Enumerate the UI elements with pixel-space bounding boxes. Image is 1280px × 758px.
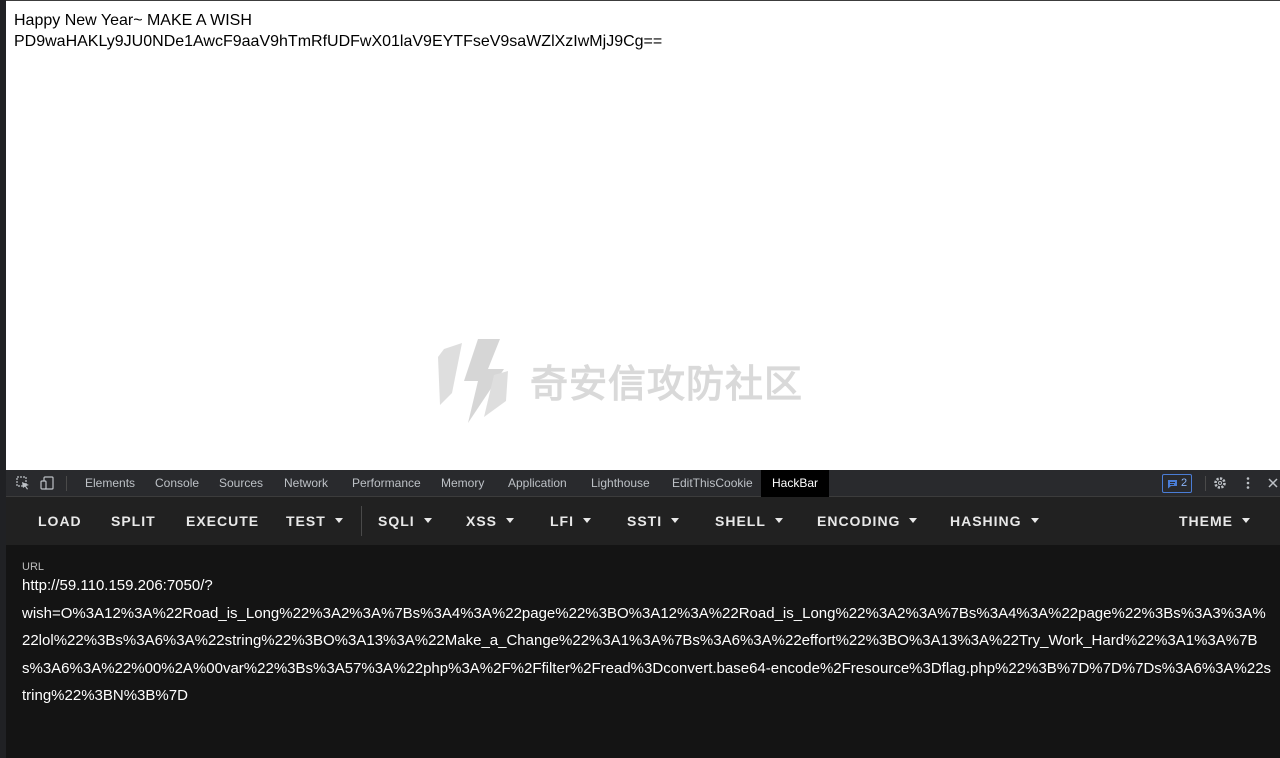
more-vert-icon[interactable]: [1241, 476, 1255, 490]
chevron-down-icon: [1030, 517, 1039, 523]
chevron-down-icon: [583, 517, 591, 523]
base64-output: PD9waHAKLy9JU0NDe1AwcF9aaV9hTmRfUDFwX01l…: [14, 33, 663, 50]
tab-hackbar[interactable]: HackBar: [761, 470, 830, 497]
device-toolbar-icon[interactable]: [40, 476, 54, 490]
message-badge[interactable]: 2: [1162, 474, 1193, 493]
tabbar-divider-right: [1205, 476, 1206, 491]
lfi-menu-label: LFI: [550, 513, 574, 529]
message-count: 2: [1181, 477, 1188, 489]
tab-performance[interactable]: Performance: [352, 470, 421, 497]
theme-menu[interactable]: THEME: [1179, 497, 1250, 545]
tab-editthiscookie[interactable]: EditThisCookie: [672, 470, 753, 497]
inspect-element-icon[interactable]: [16, 476, 30, 490]
tab-lighthouse[interactable]: Lighthouse: [591, 470, 650, 497]
execute-button[interactable]: EXECUTE: [186, 497, 259, 545]
tab-memory[interactable]: Memory: [441, 470, 484, 497]
chevron-down-icon: [334, 517, 343, 523]
browser-window: Happy New Year~ MAKE A WISH PD9waHAKLy9J…: [0, 0, 1280, 758]
shell-menu[interactable]: SHELL: [715, 497, 783, 545]
devtools-panel: Elements Console Sources Network Perform…: [6, 470, 1280, 758]
split-button[interactable]: SPLIT: [111, 497, 156, 545]
watermark-text: 奇安信攻防社区: [530, 361, 804, 406]
url-field[interactable]: http://59.110.159.206:7050/? wish=O%3A12%…: [22, 572, 1274, 710]
chevron-down-icon: [909, 517, 918, 523]
hackbar-divider: [361, 506, 362, 536]
encoding-menu[interactable]: ENCODING: [817, 497, 918, 545]
tab-application[interactable]: Application: [508, 470, 567, 497]
close-icon[interactable]: [1266, 476, 1280, 490]
tab-elements[interactable]: Elements: [85, 470, 135, 497]
chevron-down-icon: [423, 517, 432, 523]
xss-menu-label: XSS: [466, 513, 498, 529]
ssti-menu-label: SSTI: [627, 513, 663, 529]
sqli-menu-label: SQLI: [378, 513, 415, 529]
url-query-part: wish=O%3A12%3A%22Road_is_Long%22%3A2%3A%…: [22, 604, 1272, 705]
lightning-shield-logo-icon: [438, 339, 508, 423]
message-icon: [1168, 479, 1177, 488]
tab-sources[interactable]: Sources: [219, 470, 263, 497]
ssti-menu[interactable]: SSTI: [627, 497, 680, 545]
tab-network[interactable]: Network: [284, 470, 328, 497]
lfi-menu[interactable]: LFI: [550, 497, 591, 545]
devtools-tabbar: Elements Console Sources Network Perform…: [6, 470, 1280, 497]
shell-menu-label: SHELL: [715, 513, 766, 529]
sqli-menu[interactable]: SQLI: [378, 497, 432, 545]
chevron-down-icon: [1242, 517, 1250, 523]
wish-heading: Happy New Year~ MAKE A WISH: [14, 12, 252, 29]
hackbar-toolbar: LOAD SPLIT EXECUTE TEST SQLI XSS LFI SST…: [6, 497, 1280, 545]
tabbar-divider: [66, 476, 67, 491]
watermark: 奇安信攻防社区: [434, 335, 803, 425]
url-host-part: http://59.110.159.206:7050/?: [22, 577, 213, 594]
hashing-menu-label: HASHING: [950, 513, 1022, 529]
hashing-menu[interactable]: HASHING: [950, 497, 1039, 545]
chevron-down-icon: [506, 517, 515, 523]
chevron-down-icon: [671, 517, 680, 523]
test-menu-label: TEST: [286, 513, 326, 529]
xss-menu[interactable]: XSS: [466, 497, 515, 545]
gear-icon[interactable]: [1213, 476, 1227, 490]
load-button[interactable]: LOAD: [38, 497, 82, 545]
theme-menu-label: THEME: [1179, 513, 1233, 529]
test-menu[interactable]: TEST: [286, 497, 343, 545]
url-panel: URL http://59.110.159.206:7050/? wish=O%3…: [6, 545, 1280, 758]
tab-console[interactable]: Console: [155, 470, 199, 497]
encoding-menu-label: ENCODING: [817, 513, 901, 529]
chevron-down-icon: [774, 517, 783, 523]
